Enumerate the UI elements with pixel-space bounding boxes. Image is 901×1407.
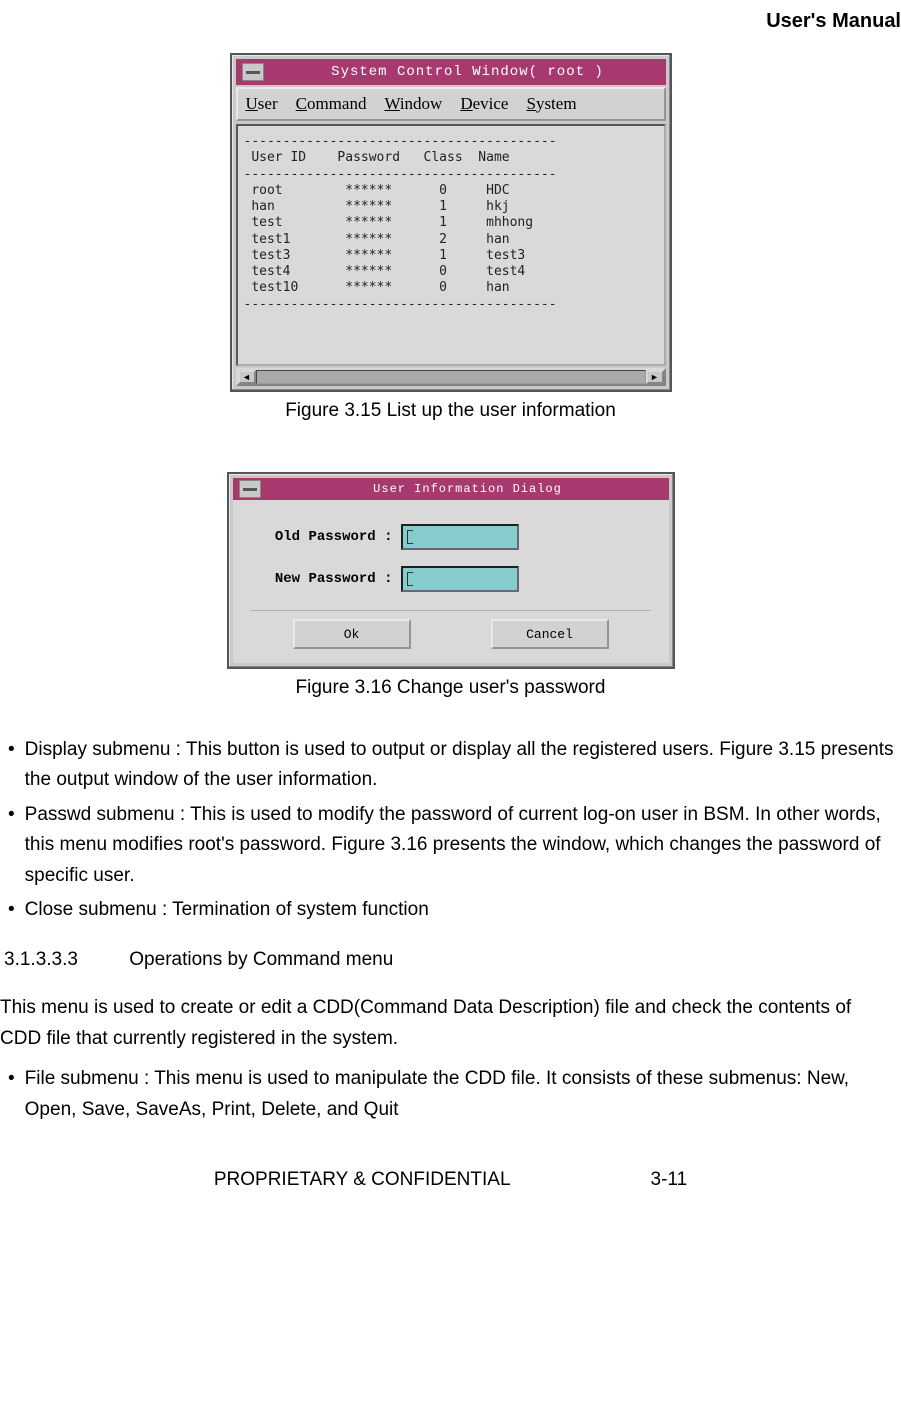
window-titlebar: System Control Window( root ) [236, 59, 666, 85]
section-number: 3.1.3.3.3 [4, 949, 124, 971]
bullet-icon: • [4, 1064, 25, 1125]
divider-top: ---------------------------------------- [244, 134, 658, 150]
footer-proprietary: PROPRIETARY & CONFIDENTIAL [214, 1169, 511, 1191]
user-information-dialog: User Information Dialog Old Password : N… [227, 472, 675, 669]
dialog-title: User Information Dialog [267, 482, 669, 496]
scroll-track[interactable] [256, 370, 646, 384]
table-row: test ****** 1 mhhong [244, 215, 658, 231]
system-control-window: System Control Window( root ) User Comma… [230, 53, 672, 392]
menu-system[interactable]: System [526, 94, 576, 114]
scroll-left-icon[interactable]: ◄ [238, 370, 256, 384]
bullet-text: Close submenu : Termination of system fu… [25, 895, 897, 925]
old-password-label: Old Password : [251, 529, 401, 545]
divider-mid: ---------------------------------------- [244, 167, 658, 183]
bullet-text: Display submenu : This button is used to… [25, 735, 897, 796]
text-cursor-icon [407, 530, 413, 544]
new-password-input[interactable] [401, 566, 519, 592]
ok-button[interactable]: Ok [293, 619, 411, 649]
new-password-label: New Password : [251, 571, 401, 587]
command-menu-paragraph: This menu is used to create or edit a CD… [0, 975, 901, 1058]
dialog-body: Old Password : New Password : Ok Cancel [233, 500, 669, 663]
figure-3-16-caption: Figure 3.16 Change user's password [0, 677, 901, 699]
bullet-icon: • [4, 735, 25, 796]
bullet-icon: • [4, 895, 25, 925]
horizontal-scrollbar[interactable]: ◄ ► [236, 368, 666, 386]
table-row: test10 ****** 0 han [244, 280, 658, 296]
figure-3-16: User Information Dialog Old Password : N… [0, 472, 901, 699]
menu-device[interactable]: Device [460, 94, 508, 114]
system-menu-icon[interactable] [239, 480, 261, 498]
text-cursor-icon [407, 572, 413, 586]
divider-bottom: ---------------------------------------- [244, 297, 658, 313]
bullet-passwd-submenu: • Passwd submenu : This is used to modif… [4, 800, 897, 891]
table-row: test4 ****** 0 test4 [244, 264, 658, 280]
bullet-close-submenu: • Close submenu : Termination of system … [4, 895, 897, 925]
menu-window[interactable]: Window [384, 94, 442, 114]
old-password-input[interactable] [401, 524, 519, 550]
user-list-area: ----------------------------------------… [236, 124, 666, 366]
table-row: test1 ****** 2 han [244, 232, 658, 248]
section-heading-3-1-3-3-3: 3.1.3.3.3 Operations by Command menu [0, 929, 901, 975]
table-row: han ****** 1 hkj [244, 199, 658, 215]
cancel-button[interactable]: Cancel [491, 619, 609, 649]
dialog-titlebar: User Information Dialog [233, 478, 669, 500]
page-header-title: User's Manual [766, 10, 901, 32]
figure-3-15: System Control Window( root ) User Comma… [0, 53, 901, 422]
system-menu-icon[interactable] [242, 63, 264, 81]
window-title: System Control Window( root ) [270, 64, 666, 80]
table-row: test3 ****** 1 test3 [244, 248, 658, 264]
bullet-text: Passwd submenu : This is used to modify … [25, 800, 897, 891]
scroll-right-icon[interactable]: ► [646, 370, 664, 384]
table-header: User ID Password Class Name [244, 150, 658, 166]
table-row: root ****** 0 HDC [244, 183, 658, 199]
figure-3-15-caption: Figure 3.15 List up the user information [0, 400, 901, 422]
page-footer: PROPRIETARY & CONFIDENTIAL 3-11 [0, 1129, 901, 1191]
menubar: User Command Window Device System [236, 87, 666, 121]
bullet-text: File submenu : This menu is used to mani… [25, 1064, 897, 1125]
bullet-icon: • [4, 800, 25, 891]
menu-command[interactable]: Command [296, 94, 367, 114]
bullet-display-submenu: • Display submenu : This button is used … [4, 735, 897, 796]
footer-page-number: 3-11 [651, 1169, 688, 1191]
bullet-file-submenu: • File submenu : This menu is used to ma… [4, 1064, 897, 1125]
menu-user[interactable]: User [246, 94, 278, 114]
section-title: Operations by Command menu [129, 949, 393, 970]
